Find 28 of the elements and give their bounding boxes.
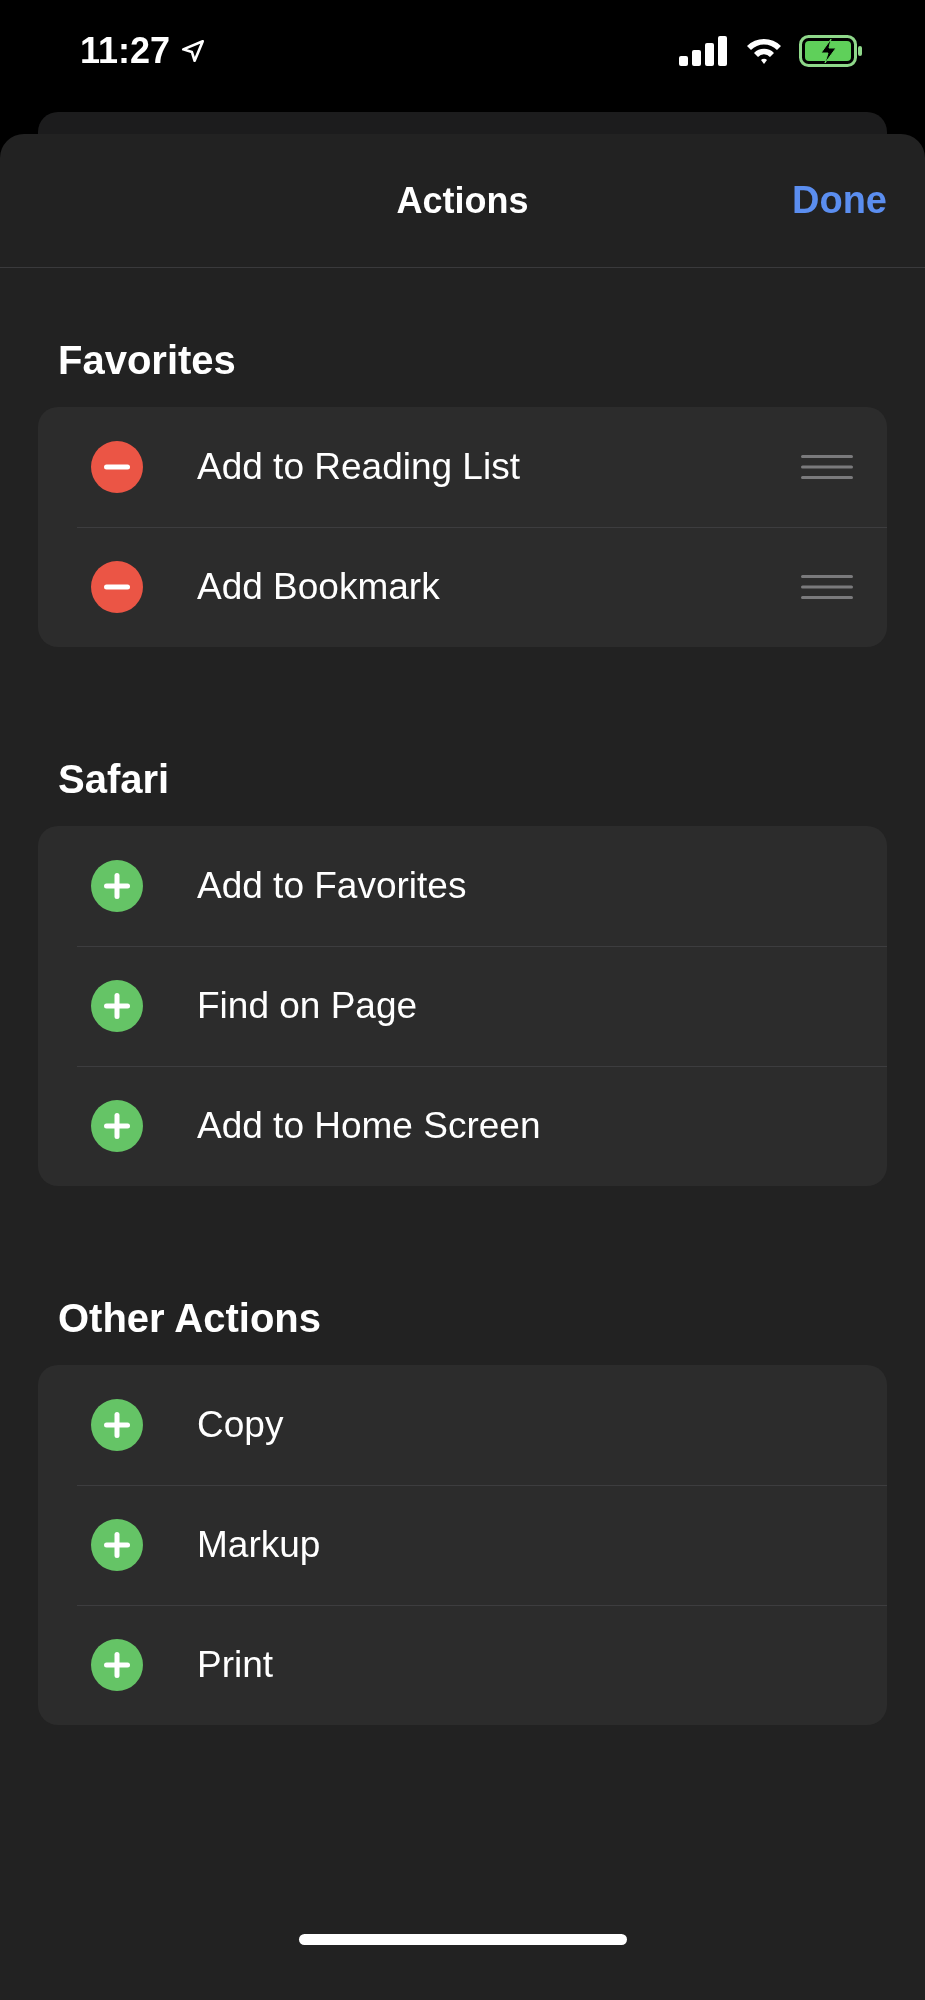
action-label: Add to Home Screen bbox=[197, 1104, 542, 1149]
action-label: Add to Favorites bbox=[197, 864, 468, 909]
action-label: Copy bbox=[197, 1403, 285, 1448]
add-icon[interactable] bbox=[91, 860, 143, 912]
section-title: Safari bbox=[57, 756, 171, 803]
add-icon[interactable] bbox=[91, 1399, 143, 1451]
wifi-icon bbox=[745, 37, 783, 65]
signal-icon bbox=[679, 36, 729, 66]
add-icon[interactable] bbox=[91, 1639, 143, 1691]
action-label: Add Bookmark bbox=[197, 565, 441, 610]
action-label: Add to Reading List bbox=[197, 445, 521, 490]
add-icon[interactable] bbox=[91, 1100, 143, 1152]
action-label: Find on Page bbox=[197, 984, 419, 1029]
add-icon[interactable] bbox=[91, 980, 143, 1032]
battery-charging-icon bbox=[799, 35, 863, 67]
status-time: 11:27 bbox=[80, 33, 171, 69]
add-icon[interactable] bbox=[91, 1519, 143, 1571]
location-icon bbox=[180, 38, 207, 64]
reorder-handle-icon[interactable] bbox=[801, 574, 853, 600]
sheet-title: Actions bbox=[396, 178, 529, 223]
section-title: Other Actions bbox=[57, 1295, 322, 1342]
section-title: Favorites bbox=[57, 337, 237, 384]
action-label: Print bbox=[197, 1643, 275, 1688]
remove-icon[interactable] bbox=[91, 441, 143, 493]
done-button[interactable]: Done bbox=[792, 176, 887, 224]
reorder-handle-icon[interactable] bbox=[801, 454, 853, 480]
remove-icon[interactable] bbox=[91, 561, 143, 613]
action-label: Markup bbox=[197, 1523, 322, 1568]
